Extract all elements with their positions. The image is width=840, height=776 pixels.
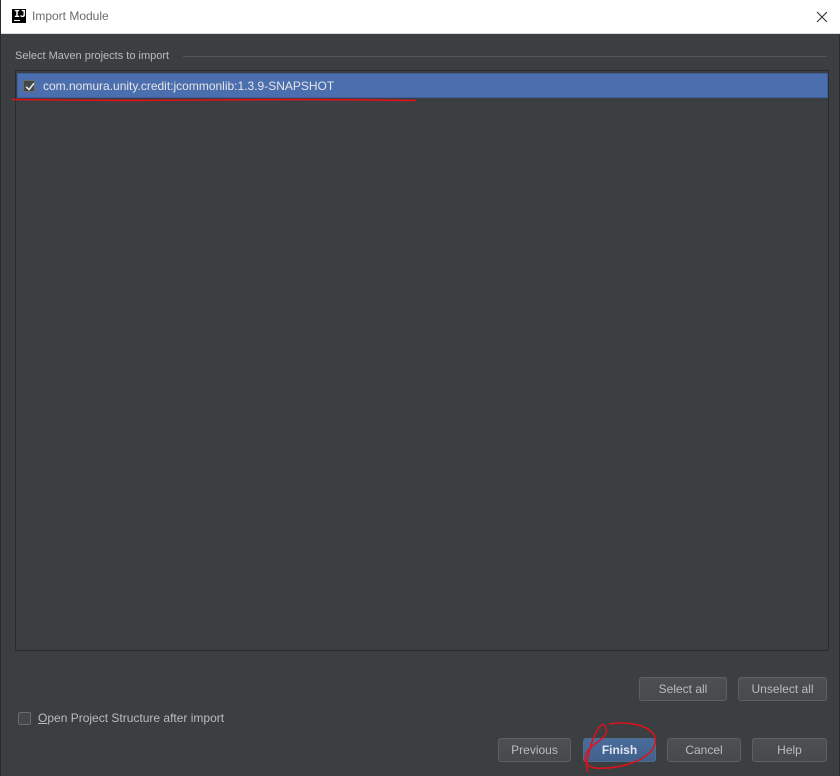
mnemonic-letter: O [38,711,48,725]
checkmark-icon [25,83,35,91]
import-module-dialog: IJ Import Module Select Maven projects t… [0,0,840,776]
previous-button[interactable]: Previous [498,738,571,762]
window-title: Import Module [32,9,109,23]
project-list-item[interactable]: com.nomura.unity.credit:jcommonlib:1.3.9… [17,73,828,98]
open-project-structure-checkbox[interactable] [18,712,31,725]
project-label: com.nomura.unity.credit:jcommonlib:1.3.9… [43,79,335,93]
maven-project-list[interactable]: com.nomura.unity.credit:jcommonlib:1.3.9… [15,70,829,651]
section-label: Select Maven projects to import [15,50,170,62]
help-button[interactable]: Help [752,738,827,762]
open-project-structure-label: Open Project Structure after import [38,711,224,725]
intellij-app-icon: IJ [12,9,26,23]
project-checkbox[interactable] [23,80,35,92]
close-button[interactable] [811,6,833,28]
annotation-circle [584,722,657,773]
select-all-button[interactable]: Select all [639,677,727,701]
option-label-rest: pen Project Structure after import [47,711,225,725]
cancel-button[interactable]: Cancel [667,738,741,762]
annotation-underline [11,98,417,102]
unselect-all-button[interactable]: Unselect all [738,677,827,701]
section-divider [183,56,827,57]
close-icon [816,11,828,23]
title-bar[interactable]: IJ Import Module [1,0,840,34]
